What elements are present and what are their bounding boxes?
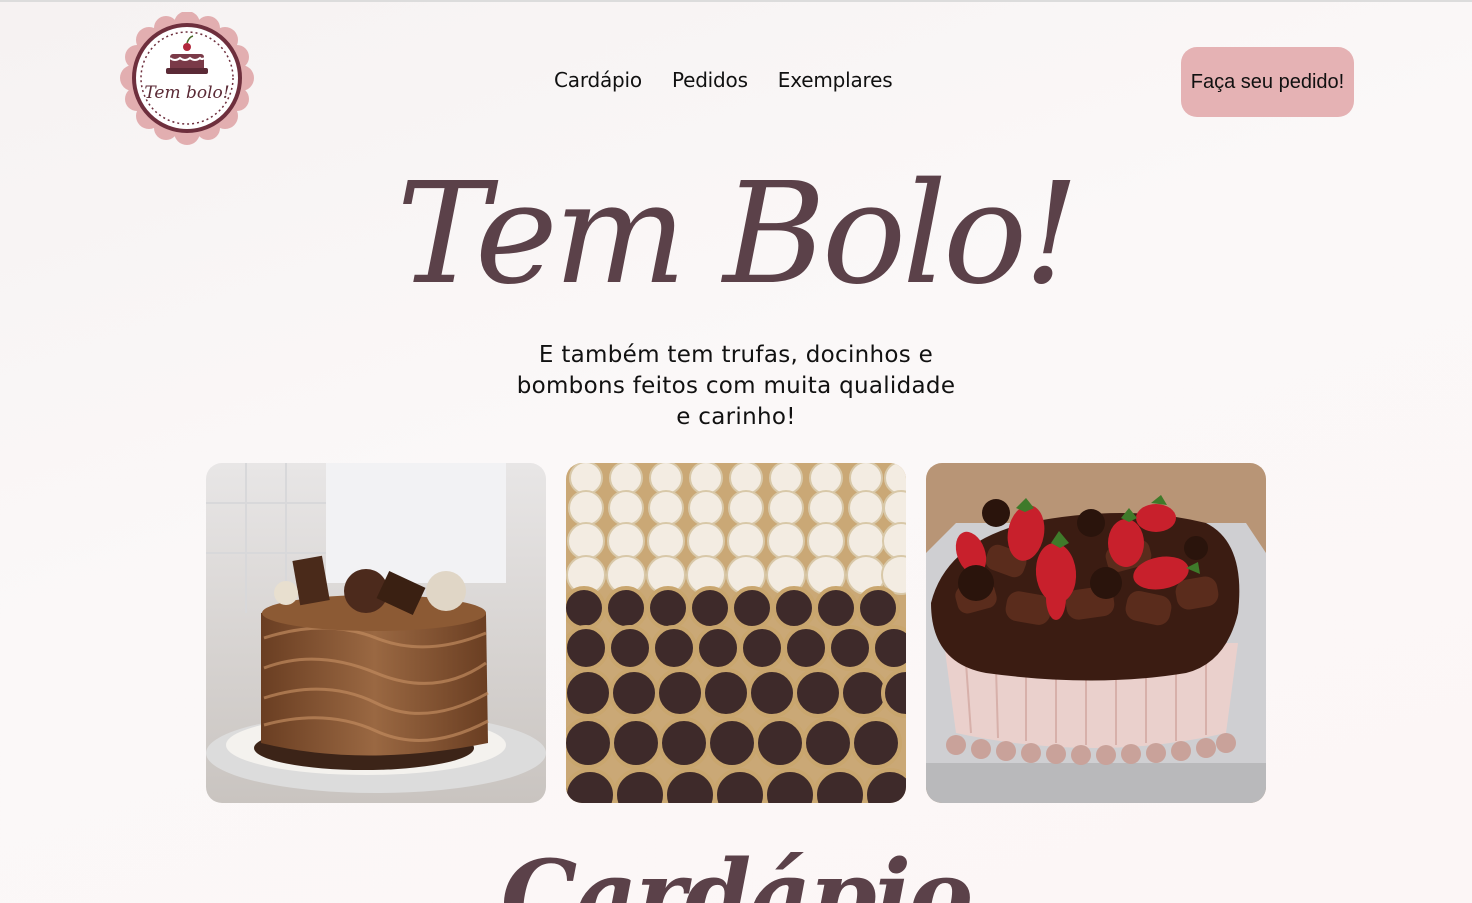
brand-logo[interactable]: Tem bolo! <box>120 11 255 145</box>
nav-item-exemplares[interactable]: Exemplares <box>778 68 893 92</box>
chocolate-cake-photo <box>206 463 546 803</box>
main-nav: Cardápio Pedidos Exemplares <box>554 68 893 92</box>
hero-title: Tem Bolo! <box>396 153 1079 316</box>
section-title-cardapio: Cardápio <box>500 839 973 903</box>
truffles-brigadeiros-photo <box>566 463 906 803</box>
strawberry-chocolate-cake-photo <box>926 463 1266 803</box>
photo-gallery <box>206 463 1266 803</box>
logo-text: Tem bolo! <box>144 83 229 103</box>
hero-subtitle: E também tem trufas, docinhos e bombons … <box>516 342 956 430</box>
nav-item-cardapio[interactable]: Cardápio <box>554 68 642 92</box>
nav-item-pedidos[interactable]: Pedidos <box>672 68 748 92</box>
top-border <box>0 0 1472 2</box>
place-order-button[interactable]: Faça seu pedido! <box>1181 47 1354 117</box>
